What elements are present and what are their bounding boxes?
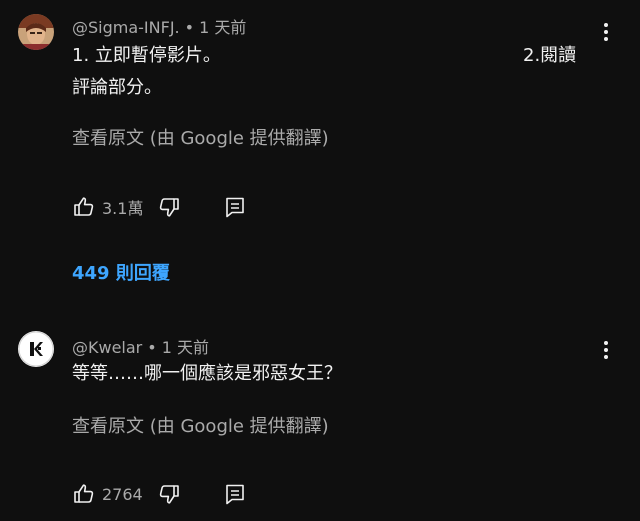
meta-separator: •	[147, 338, 157, 357]
comment-meta: @Kwelar • 1 天前	[72, 334, 209, 358]
thumbs-up-icon	[74, 197, 94, 216]
profile-photo-icon	[18, 14, 54, 50]
action-bar: 3.1萬	[72, 193, 247, 221]
more-options-button[interactable]	[594, 338, 618, 362]
comment-text-line: 評論部分。	[72, 77, 162, 98]
reply-comment-icon	[226, 197, 245, 218]
comment-text: 等等……哪一個應該是邪惡女王？	[72, 363, 342, 384]
comment-meta: @Sigma-INFJ. • 1 天前	[72, 14, 246, 38]
avatar[interactable]	[18, 331, 54, 367]
see-original-link[interactable]: 查看原文 (由 Google 提供翻譯)	[72, 412, 329, 438]
dislike-button[interactable]	[157, 482, 181, 506]
dislike-button[interactable]	[157, 195, 181, 219]
like-button[interactable]: 3.1萬	[72, 195, 143, 219]
meta-separator: •	[184, 18, 195, 37]
like-count: 2764	[102, 484, 143, 504]
see-original-link[interactable]: 查看原文 (由 Google 提供翻譯)	[72, 124, 329, 150]
view-replies-button[interactable]: 449 則回覆	[72, 259, 170, 285]
comment-thread-1: @Sigma-INFJ. • 1 天前 1. 立即暫停影片。 2.閱讀 評論部分。 …	[0, 0, 640, 300]
reply-button[interactable]	[223, 195, 247, 219]
more-options-button[interactable]	[594, 20, 618, 44]
action-bar: 2764	[72, 480, 247, 508]
comment-text: 1. 立即暫停影片。 2.閱讀 評論部分。	[72, 40, 592, 104]
reply-comment-icon	[225, 484, 244, 505]
comment-text-line-right: 2.閱讀	[523, 45, 577, 66]
thumbs-down-icon	[160, 198, 180, 217]
thumbs-up-icon	[74, 484, 94, 503]
thumbs-down-icon	[159, 485, 179, 504]
timestamp[interactable]: 1 天前	[162, 338, 209, 357]
author-name[interactable]: @Kwelar	[72, 338, 142, 357]
kwelar-logo-icon	[18, 331, 54, 367]
reply-button[interactable]	[223, 482, 247, 506]
like-count: 3.1萬	[102, 199, 144, 218]
avatar[interactable]	[18, 14, 54, 50]
author-name[interactable]: @Sigma-INFJ.	[72, 18, 180, 37]
more-vert-icon	[604, 23, 608, 41]
comment-text-line: 1. 立即暫停影片。	[72, 45, 221, 66]
more-vert-icon	[604, 341, 608, 359]
comment-thread-2: @Kwelar • 1 天前 等等……哪一個應該是邪惡女王？ 查看原文 (由 Goo…	[0, 320, 640, 521]
like-button[interactable]: 2764	[72, 482, 143, 506]
timestamp[interactable]: 1 天前	[199, 18, 246, 37]
